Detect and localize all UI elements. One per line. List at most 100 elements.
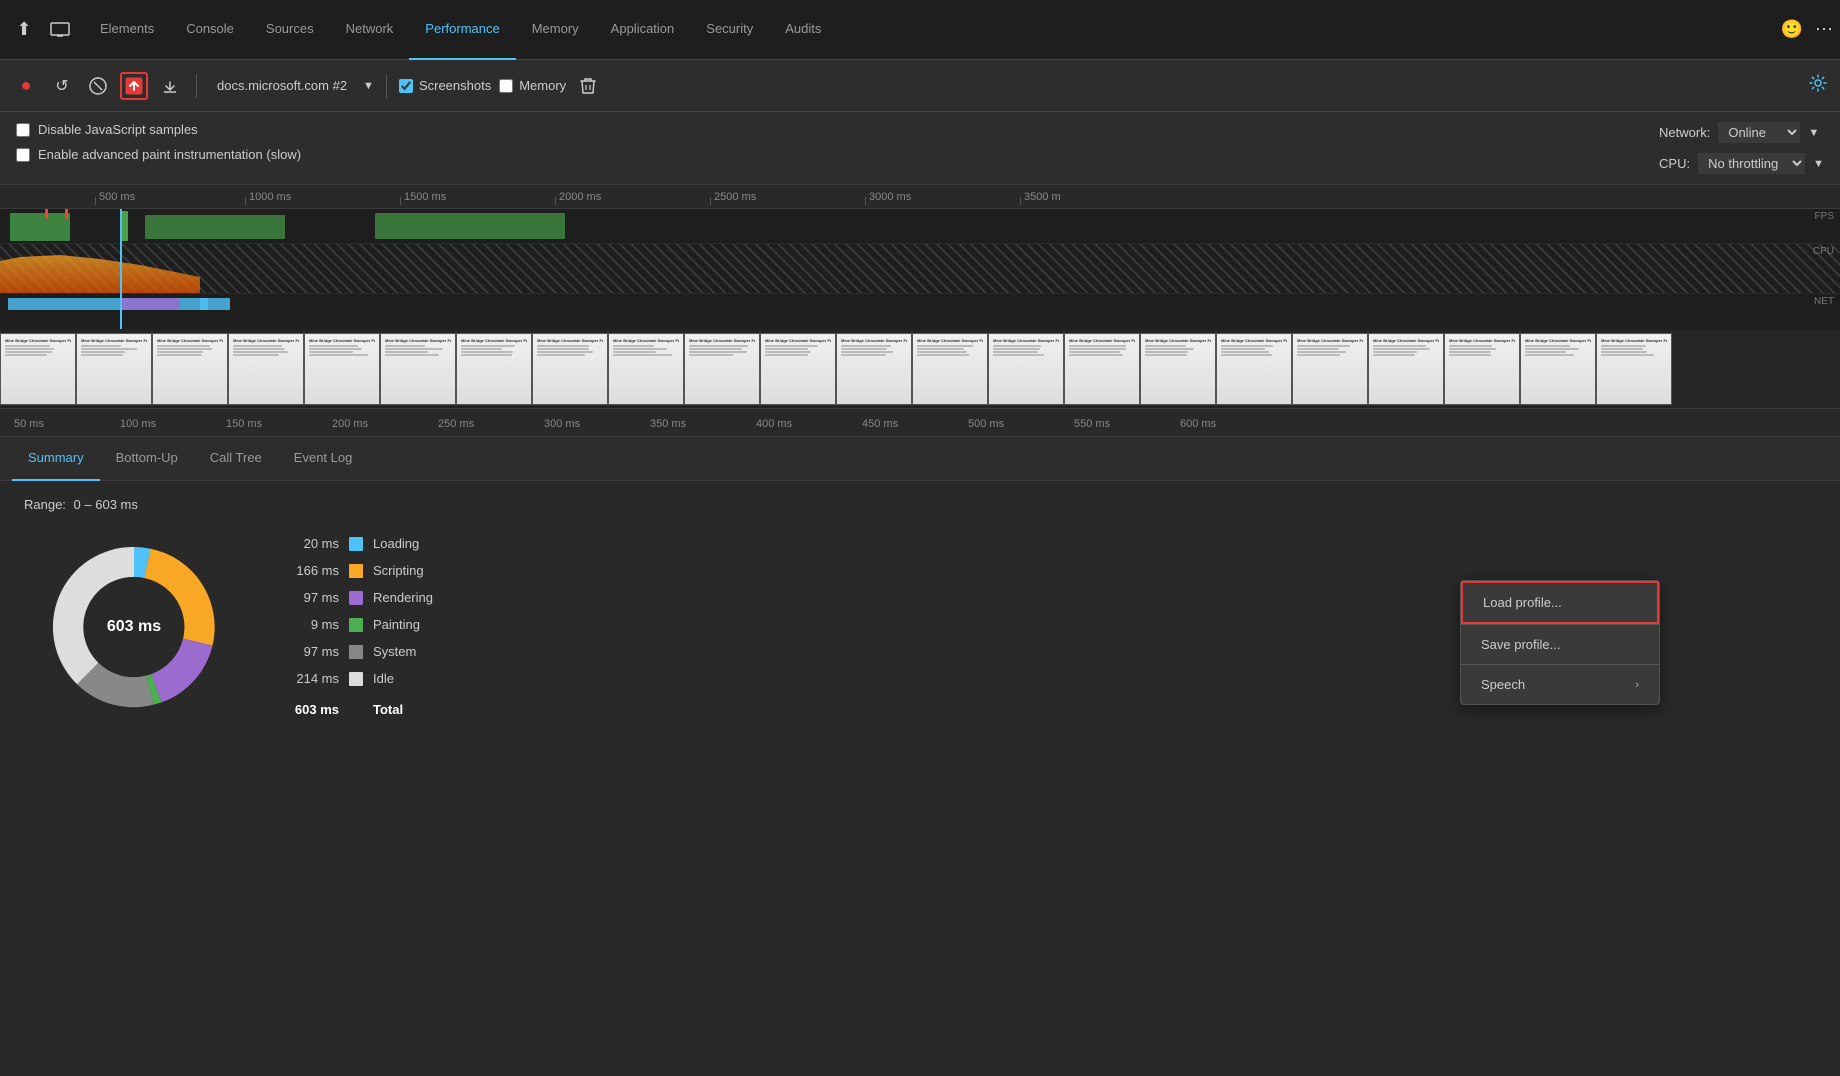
separator-2 xyxy=(386,74,387,98)
trash-button[interactable] xyxy=(574,72,602,100)
context-menu-load-profile[interactable]: Load profile... xyxy=(1461,581,1659,624)
screenshot-thumb-15: Mine Bridge Chocolate Swooper Fall xyxy=(1140,333,1216,405)
screenshot-thumb-3: Mine Bridge Chocolate Swooper Fall xyxy=(228,333,304,405)
screenshot-thumb-11: Mine Bridge Chocolate Swooper Fall xyxy=(836,333,912,405)
ruler-tick-1500: 1500 ms xyxy=(400,185,446,208)
screenshot-thumb-5: Mine Bridge Chocolate Swooper Fall xyxy=(380,333,456,405)
legend-idle: 214 ms Idle xyxy=(284,671,433,686)
context-menu-save-profile[interactable]: Save profile... xyxy=(1461,625,1659,664)
screenshot-thumb-14: Mine Bridge Chocolate Swooper Fall xyxy=(1064,333,1140,405)
tab-summary[interactable]: Summary xyxy=(12,437,100,481)
cpu-setting: CPU: No throttling 4x slowdown 6x slowdo… xyxy=(1659,153,1824,174)
tab-elements[interactable]: Elements xyxy=(84,0,170,60)
tab-sources[interactable]: Sources xyxy=(250,0,330,60)
range-label: Range: xyxy=(24,497,66,512)
context-menu-speech[interactable]: Speech › xyxy=(1461,665,1659,704)
tab-bar-right: 🙂 ⋯ xyxy=(1781,19,1832,40)
screenshot-thumb-12: Mine Bridge Chocolate Swooper Fall xyxy=(912,333,988,405)
record-button[interactable]: ● xyxy=(12,72,40,100)
screenshot-thumb-20: Mine Bridge Chocolate Swooper Fall xyxy=(1520,333,1596,405)
cpu-select[interactable]: No throttling 4x slowdown 6x slowdown xyxy=(1698,153,1805,174)
clear-button[interactable] xyxy=(84,72,112,100)
memory-label: Memory xyxy=(519,78,566,93)
tab-memory[interactable]: Memory xyxy=(516,0,595,60)
tab-performance[interactable]: Performance xyxy=(409,0,515,60)
network-label: Network: xyxy=(1659,125,1710,140)
ruler-tick-3500: 3500 m xyxy=(1020,185,1061,208)
tab-event-log[interactable]: Event Log xyxy=(278,437,369,481)
profile-dropdown-arrow[interactable]: ▼ xyxy=(363,80,374,92)
ruler-tick-1000: 1000 ms xyxy=(245,185,291,208)
donut-chart: 603 ms xyxy=(44,537,224,717)
separator-1 xyxy=(196,74,197,98)
cpu-dropdown-arrow: ▼ xyxy=(1813,158,1824,170)
legend-list: 20 ms Loading 166 ms Scripting 97 ms Ren… xyxy=(284,536,433,717)
net-track: NET xyxy=(0,294,1840,314)
profile-name: docs.microsoft.com #2 xyxy=(209,78,355,93)
gear-icon[interactable] xyxy=(1808,73,1828,98)
disable-js-checkbox[interactable] xyxy=(16,123,30,137)
upload-button[interactable] xyxy=(120,72,148,100)
ruler-bottom-350: 350 ms xyxy=(650,415,686,430)
tab-audits[interactable]: Audits xyxy=(769,0,837,60)
network-select[interactable]: Online Fast 3G Slow 3G Offline xyxy=(1718,122,1800,143)
memory-checkbox-label[interactable]: Memory xyxy=(499,78,566,93)
timeline-tracks: FPS CPU NET xyxy=(0,209,1840,329)
ruler-bottom-50: 50 ms xyxy=(14,415,44,430)
screenshot-thumb-21: Mine Bridge Chocolate Swooper Fall xyxy=(1596,333,1672,405)
tab-bar: ⬆ Elements Console Sources Network Perfo… xyxy=(0,0,1840,60)
screenshots-strip: .screenshot-thumb { width: 76px; height:… xyxy=(0,329,1840,409)
fps-label: FPS xyxy=(1815,211,1834,222)
screenshot-thumb-1: Mine Bridge Chocolate Swooper Fall xyxy=(76,333,152,405)
tab-bottom-up[interactable]: Bottom-Up xyxy=(100,437,194,481)
screenshots-label: Screenshots xyxy=(419,78,491,93)
context-menu: Load profile... Save profile... Speech › xyxy=(1460,580,1660,705)
tab-network[interactable]: Network xyxy=(330,0,410,60)
timeline-ruler-top: 500 ms 1000 ms 1500 ms 2000 ms 2500 ms 3… xyxy=(0,185,1840,209)
download-button[interactable] xyxy=(156,72,184,100)
ruler-tick-3000: 3000 ms xyxy=(865,185,911,208)
settings-row: Disable JavaScript samples Enable advanc… xyxy=(0,112,1840,185)
screenshot-thumb-9: Mine Bridge Chocolate Swooper Fall xyxy=(684,333,760,405)
screenshot-thumb-18: Mine Bridge Chocolate Swooper Fall xyxy=(1368,333,1444,405)
net-label-track: NET xyxy=(1814,296,1834,307)
analysis-tabs: Summary Bottom-Up Call Tree Event Log xyxy=(0,437,1840,481)
ruler-bottom-100: 100 ms xyxy=(120,415,156,430)
more-options-icon[interactable]: ⋯ xyxy=(1815,19,1832,40)
network-setting: Network: Online Fast 3G Slow 3G Offline … xyxy=(1659,122,1824,143)
screenshots-checkbox[interactable] xyxy=(399,79,413,93)
fps-track: FPS xyxy=(0,209,1840,244)
reload-button[interactable]: ↺ xyxy=(48,72,76,100)
scripting-swatch xyxy=(349,564,363,578)
ruler-tick-2000: 2000 ms xyxy=(555,185,601,208)
ruler-tick-2500: 2500 ms xyxy=(710,185,756,208)
legend-system: 97 ms System xyxy=(284,644,433,659)
tab-console[interactable]: Console xyxy=(170,0,250,60)
screenshot-thumb-6: Mine Bridge Chocolate Swooper Fall xyxy=(456,333,532,405)
memory-checkbox[interactable] xyxy=(499,79,513,93)
rendering-swatch xyxy=(349,591,363,605)
tab-security[interactable]: Security xyxy=(690,0,769,60)
range-text: Range: 0 – 603 ms xyxy=(24,497,1816,512)
ruler-bottom-500: 500 ms xyxy=(968,415,1004,430)
screenshot-thumb-19: Mine Bridge Chocolate Swooper Fall xyxy=(1444,333,1520,405)
ruler-tick-500: 500 ms xyxy=(95,185,135,208)
ruler-bottom-150: 150 ms xyxy=(226,415,262,430)
screenshot-thumb-16: Mine Bridge Chocolate Swooper Fall xyxy=(1216,333,1292,405)
cpu-track: CPU xyxy=(0,244,1840,294)
settings-left: Disable JavaScript samples Enable advanc… xyxy=(16,122,301,162)
network-dropdown-arrow: ▼ xyxy=(1808,127,1819,139)
cursor-icon: ⬆ xyxy=(8,14,40,46)
donut-center-label: 603 ms xyxy=(107,618,161,636)
screenshots-checkbox-label[interactable]: Screenshots xyxy=(399,78,491,93)
smiley-icon[interactable]: 🙂 xyxy=(1781,19,1803,40)
tab-application[interactable]: Application xyxy=(595,0,691,60)
tab-call-tree[interactable]: Call Tree xyxy=(194,437,278,481)
enable-paint-checkbox[interactable] xyxy=(16,148,30,162)
idle-swatch xyxy=(349,672,363,686)
cpu-label-track: CPU xyxy=(1813,246,1834,257)
cpu-label: CPU: xyxy=(1659,156,1690,171)
speech-chevron-icon: › xyxy=(1635,679,1639,691)
ruler-bottom-600: 600 ms xyxy=(1180,415,1216,430)
painting-swatch xyxy=(349,618,363,632)
